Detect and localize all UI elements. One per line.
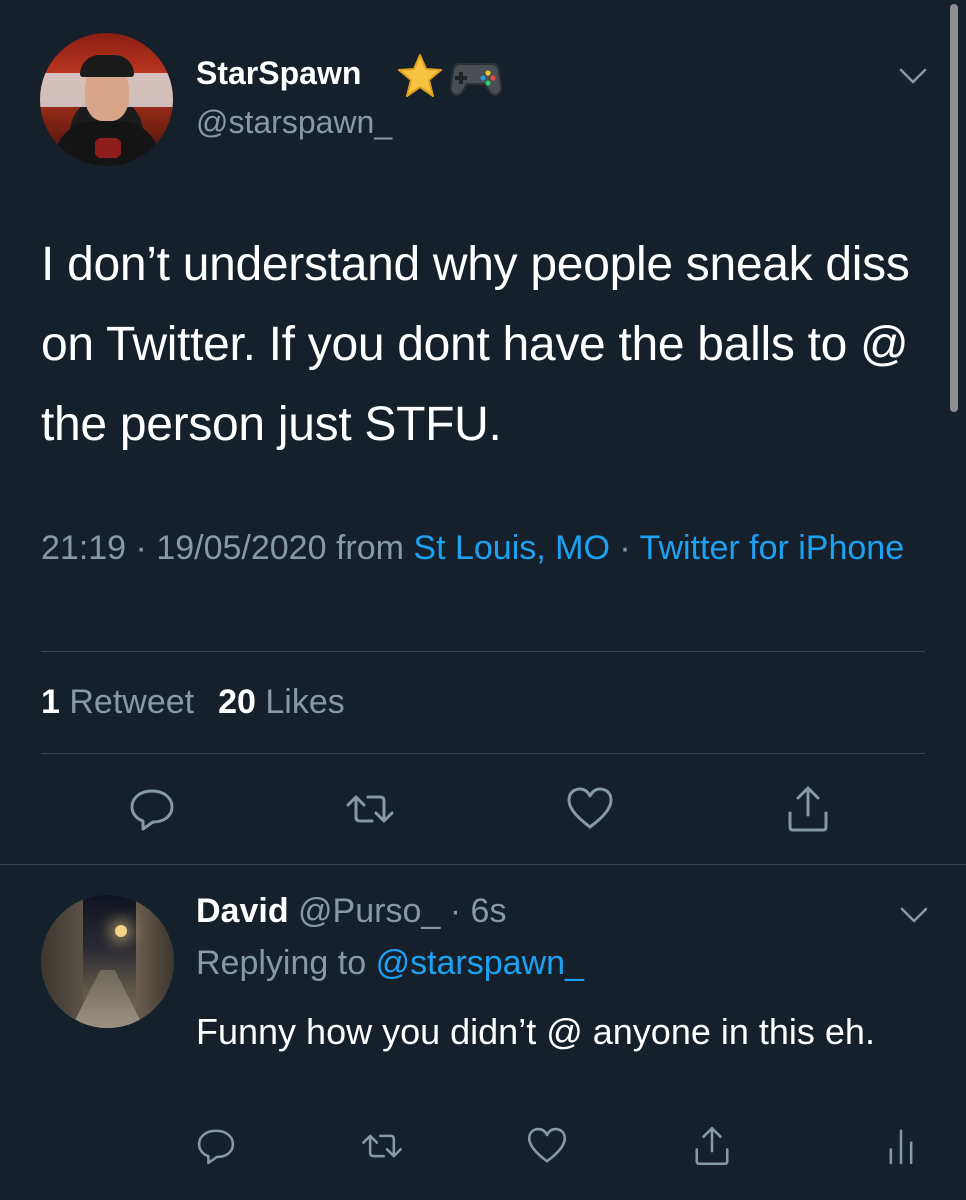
reply-author-avatar[interactable] — [41, 895, 174, 1028]
retweet-button[interactable] — [342, 781, 398, 837]
reply-header: David @Purso_ · 6s — [196, 892, 506, 931]
reply-handle[interactable]: @Purso_ — [298, 892, 440, 930]
engagement-stats: 1 Retweet 20 Likes — [41, 683, 345, 722]
share-button[interactable] — [684, 1118, 740, 1174]
reply-text: Funny how you didn’t @ anyone in this eh… — [196, 1011, 875, 1052]
avatar-wall — [41, 895, 83, 1028]
likes-label: Likes — [265, 683, 345, 721]
meta-separator: · — [619, 529, 631, 567]
like-icon — [567, 787, 613, 829]
retweets-label: Retweet — [69, 683, 195, 721]
like-button[interactable] — [562, 781, 618, 837]
like-icon — [527, 1127, 567, 1163]
star-emoji-icon — [398, 54, 442, 97]
main-tweet: StarSpawn @starspawn_ I don’t understand… — [0, 0, 966, 864]
divider — [41, 651, 925, 652]
likes-count: 20 — [218, 683, 256, 721]
author-avatar[interactable] — [40, 33, 173, 166]
divider — [0, 864, 966, 865]
like-button[interactable] — [519, 1118, 575, 1174]
reply-icon — [197, 1129, 235, 1165]
avatar-shirt-logo — [95, 138, 121, 158]
retweets-stat[interactable]: 1 Retweet — [41, 683, 194, 721]
reply-separator: · — [449, 892, 462, 930]
game-controller-emoji-icon — [450, 63, 502, 97]
divider — [41, 753, 925, 754]
reply-display-name[interactable]: David — [196, 892, 289, 930]
retweet-button[interactable] — [354, 1118, 410, 1174]
author-display-name[interactable]: StarSpawn — [196, 55, 361, 92]
tweet-time: 21:19 — [41, 529, 127, 567]
chevron-down-icon[interactable] — [898, 66, 928, 86]
scrollbar[interactable] — [950, 4, 958, 412]
tweet-date: 19/05/2020 — [156, 529, 327, 567]
from-label: from — [335, 529, 404, 567]
replying-to-line: Replying to @starspawn_ — [196, 944, 584, 983]
retweets-count: 1 — [41, 683, 60, 721]
share-icon — [788, 786, 828, 832]
reply-icon — [130, 789, 174, 831]
tweet-text: I don’t understand why people sneak diss… — [41, 238, 910, 451]
retweet-icon — [362, 1134, 402, 1158]
retweet-icon — [346, 795, 394, 823]
avatar-cap — [80, 55, 134, 77]
chevron-down-icon[interactable] — [899, 905, 929, 925]
likes-stat[interactable]: 20 Likes — [218, 683, 345, 721]
share-button[interactable] — [780, 781, 836, 837]
share-icon — [695, 1126, 729, 1166]
replying-label: Replying to — [196, 944, 367, 982]
reply-button[interactable] — [188, 1118, 244, 1174]
analytics-icon — [889, 1129, 913, 1165]
location-link[interactable]: St Louis, MO — [413, 529, 610, 567]
avatar-streetlight — [115, 925, 127, 937]
reply-button[interactable] — [124, 781, 180, 837]
reply-time: 6s — [470, 892, 507, 930]
avatar-wall — [136, 895, 174, 1028]
meta-separator: · — [135, 529, 147, 567]
analytics-button[interactable] — [873, 1118, 929, 1174]
replying-to-handle[interactable]: @starspawn_ — [376, 944, 584, 982]
client-link[interactable]: Twitter for iPhone — [640, 529, 905, 567]
author-handle[interactable]: @starspawn_ — [196, 104, 392, 141]
tweet-metadata: 21:19 · 19/05/2020 from St Louis, MO · T… — [41, 522, 921, 574]
